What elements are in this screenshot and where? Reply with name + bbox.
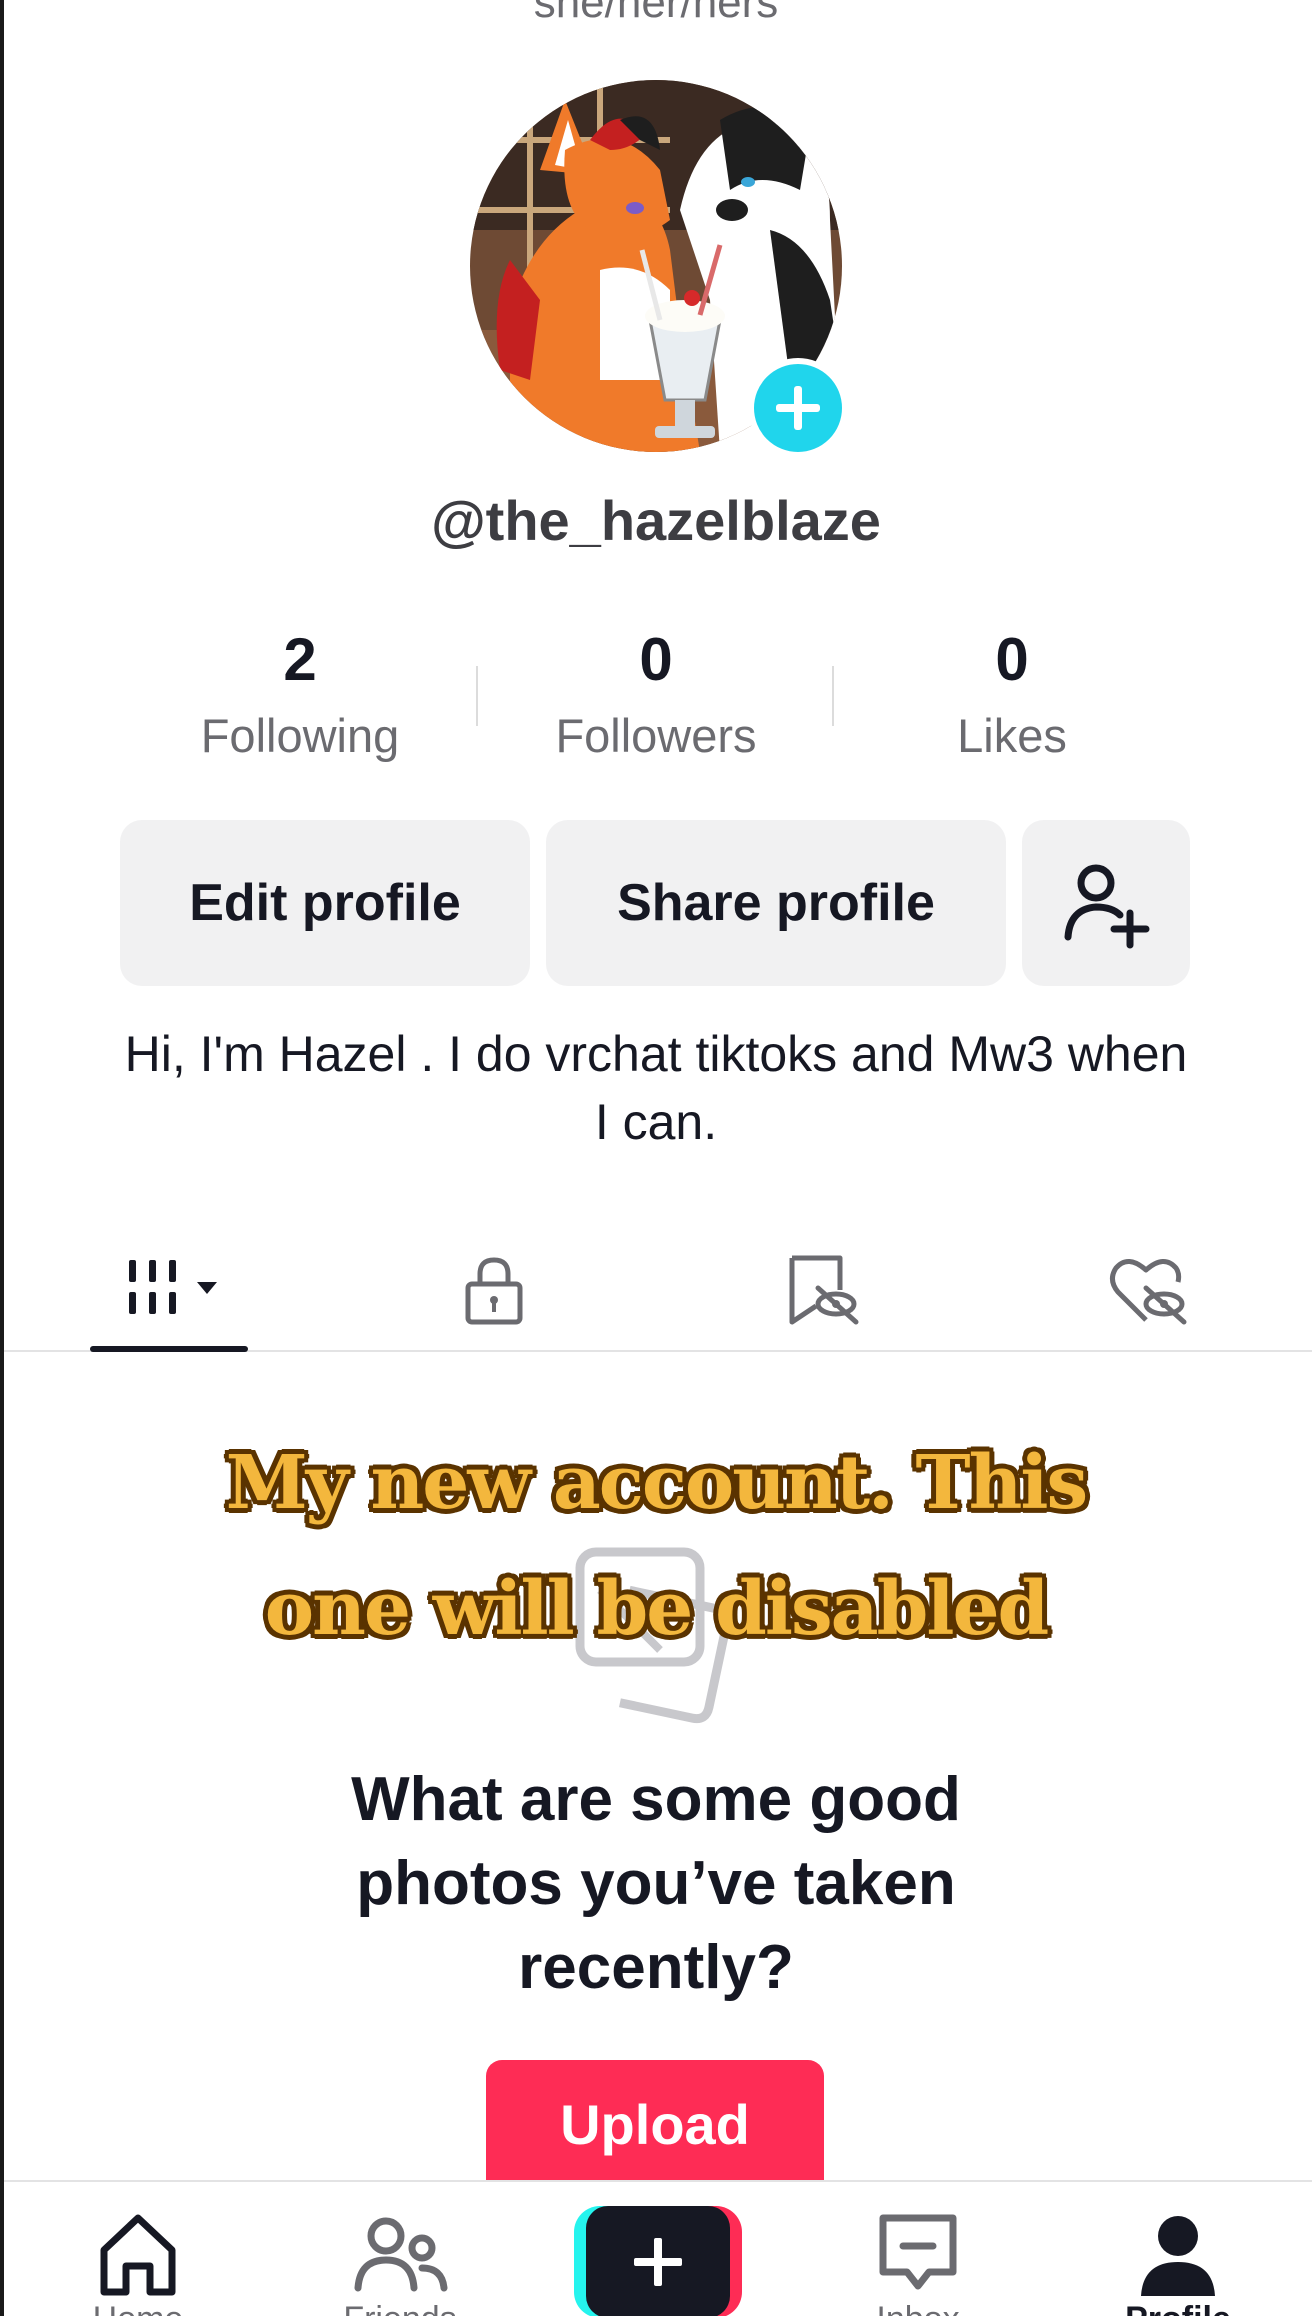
profile-icon	[1141, 2216, 1215, 2296]
followers-label: Followers	[555, 709, 757, 762]
avatar[interactable]	[470, 80, 848, 458]
tab-videos[interactable]	[110, 1240, 230, 1340]
nav-profile[interactable]: Profile	[1078, 2182, 1278, 2316]
pronouns: she/her/hers	[533, 0, 779, 27]
add-person-icon	[1064, 864, 1150, 949]
create-button-face	[586, 2206, 730, 2316]
upload-label: Upload	[560, 2093, 750, 2156]
overlay-caption: My new account. This one will be disable…	[225, 1440, 1088, 1652]
nav-friends[interactable]: Friends	[300, 2182, 500, 2316]
nav-home[interactable]: Home	[38, 2182, 238, 2316]
friends-icon	[354, 2217, 448, 2292]
inbox-icon	[879, 2214, 957, 2290]
stat-divider	[476, 666, 478, 726]
following-count: 2	[283, 626, 317, 693]
frame-edge	[0, 0, 4, 2316]
stat-followers[interactable]: 0 Followers	[506, 620, 806, 766]
content-tabs	[4, 1220, 1312, 1352]
tab-liked[interactable]	[1088, 1240, 1208, 1340]
likes-count: 0	[995, 626, 1029, 693]
tab-saved[interactable]	[762, 1240, 882, 1340]
tab-private[interactable]	[434, 1240, 554, 1340]
nav-profile-label: Profile	[1078, 2300, 1278, 2316]
nav-home-label: Home	[38, 2300, 238, 2316]
empty-state-prompt: What are some good photos you’ve taken r…	[351, 1765, 961, 2002]
active-tab-indicator	[90, 1346, 248, 1352]
nav-friends-label: Friends	[300, 2300, 500, 2316]
liked-icon	[1110, 1259, 1187, 1325]
followers-count: 0	[639, 626, 673, 693]
grid-icon	[129, 1260, 217, 1314]
likes-label: Likes	[957, 709, 1067, 762]
upload-button[interactable]: Upload	[486, 2060, 824, 2190]
stat-likes[interactable]: 0 Likes	[862, 620, 1162, 766]
edit-profile-button[interactable]: Edit profile	[120, 820, 530, 986]
stat-following[interactable]: 2 Following	[150, 620, 450, 766]
plus-icon	[776, 386, 820, 430]
username: @the_hazelblaze	[431, 489, 881, 552]
following-label: Following	[200, 709, 400, 762]
add-avatar-button[interactable]	[748, 358, 848, 458]
create-button[interactable]	[574, 2206, 742, 2316]
stat-divider	[832, 666, 834, 726]
share-profile-button[interactable]: Share profile	[546, 820, 1006, 986]
nav-inbox-label: Inbox	[818, 2300, 1018, 2316]
home-icon	[100, 2214, 176, 2296]
add-friend-button[interactable]	[1022, 820, 1190, 986]
saved-icon	[789, 1255, 859, 1325]
lock-icon	[465, 1257, 523, 1325]
create-icon	[634, 2238, 682, 2286]
bio: Hi, I'm Hazel . I do vrchat tiktoks and …	[124, 1026, 1188, 1150]
nav-inbox[interactable]: Inbox	[818, 2182, 1018, 2316]
bottom-navbar: Home Friends Inbox Profile	[4, 2180, 1312, 2316]
